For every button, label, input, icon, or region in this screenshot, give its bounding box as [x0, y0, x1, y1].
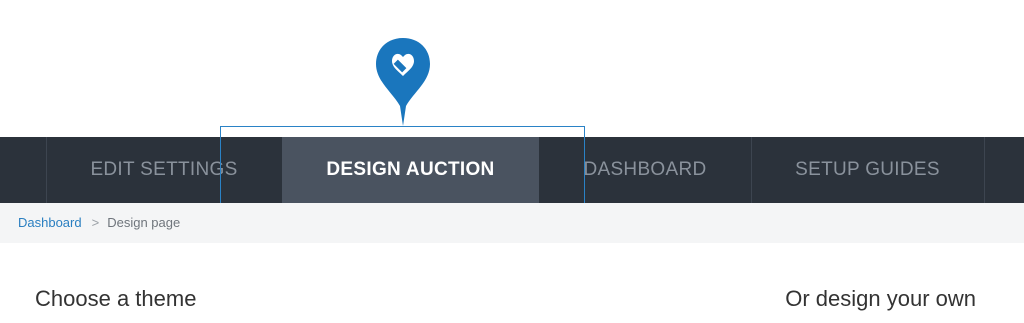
top-nav-bar: EDIT SETTINGS DESIGN AUCTION DASHBOARD S…	[0, 137, 1024, 203]
breadcrumb: Dashboard > Design page	[0, 203, 1024, 243]
paint-brush-heart-icon	[376, 38, 430, 126]
tab-dashboard[interactable]: DASHBOARD	[539, 137, 751, 203]
breadcrumb-link-dashboard[interactable]: Dashboard	[18, 215, 82, 230]
choose-theme-heading: Choose a theme	[35, 286, 197, 311]
tab-edit-settings[interactable]: EDIT SETTINGS	[46, 137, 282, 203]
breadcrumb-current: Design page	[107, 215, 181, 230]
tab-setup-guides[interactable]: SETUP GUIDES	[751, 137, 984, 203]
callout-pin	[374, 36, 432, 128]
design-own-heading: Or design your own	[785, 286, 976, 311]
tab-design-auction[interactable]: DESIGN AUCTION	[282, 137, 539, 203]
nav-divider	[984, 137, 985, 203]
breadcrumb-separator: >	[91, 215, 100, 230]
page: EDIT SETTINGS DESIGN AUCTION DASHBOARD S…	[0, 0, 1024, 323]
